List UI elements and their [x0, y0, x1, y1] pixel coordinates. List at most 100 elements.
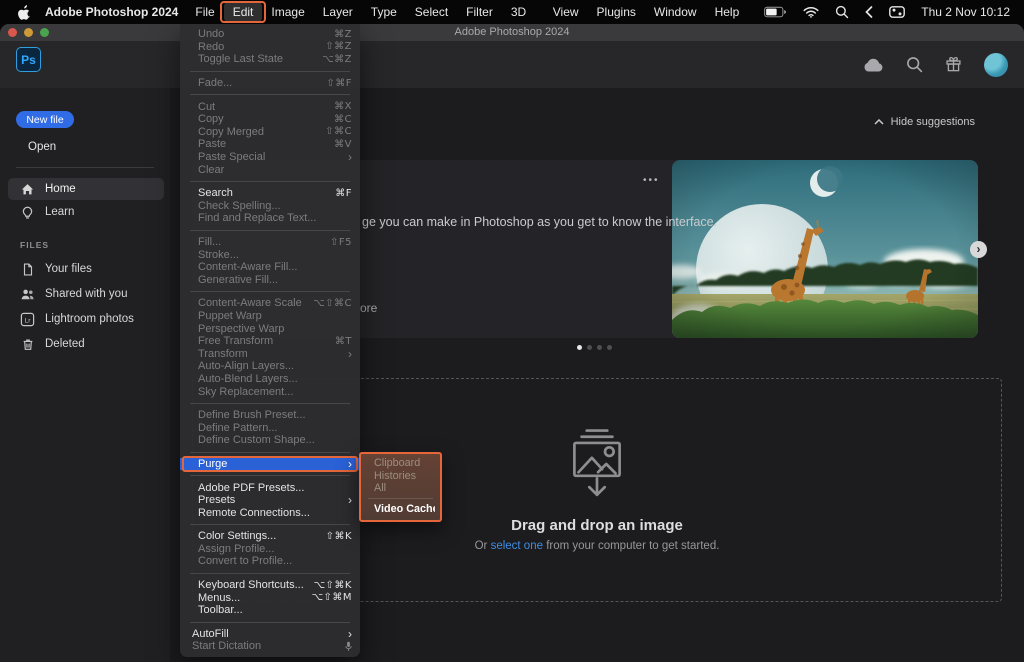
- edit-menu-item-clear[interactable]: Clear: [180, 163, 360, 176]
- menu-item-shortcut: ⇧⌘F: [326, 78, 352, 89]
- menubar-item-image[interactable]: Image: [262, 2, 313, 22]
- edit-menu-item-auto-align-layers[interactable]: Auto-Align Layers...: [180, 360, 360, 373]
- edit-menu-item-fill[interactable]: Fill...⇧F5: [180, 236, 360, 249]
- carousel-dot-1[interactable]: [577, 345, 582, 350]
- edit-menu-item-copy-merged[interactable]: Copy Merged⇧⌘C: [180, 126, 360, 139]
- edit-menu-item-assign-profile[interactable]: Assign Profile...: [180, 543, 360, 556]
- search-icon[interactable]: [835, 5, 849, 19]
- menu-item-label: AutoFill: [192, 628, 348, 640]
- edit-menu-item-autofill[interactable]: AutoFill›: [180, 628, 360, 641]
- edit-menu-item-define-custom-shape[interactable]: Define Custom Shape...: [180, 434, 360, 447]
- edit-menu-item-content-aware-scale[interactable]: Content-Aware Scale⌥⇧⌘C: [180, 297, 360, 310]
- menubar-item-layer[interactable]: Layer: [314, 2, 362, 22]
- battery-icon[interactable]: [764, 6, 787, 18]
- edit-menu-item-free-transform[interactable]: Free Transform⌘T: [180, 335, 360, 348]
- edit-menu-item-content-aware-fill[interactable]: Content-Aware Fill...: [180, 261, 360, 274]
- edit-menu-item-cut[interactable]: Cut⌘X: [180, 100, 360, 113]
- edit-menu-item-start-dictation[interactable]: Start Dictation: [180, 640, 360, 653]
- edit-menu-item-define-pattern[interactable]: Define Pattern...: [180, 421, 360, 434]
- suggestion-image[interactable]: [672, 160, 978, 338]
- menu-item-label: Puppet Warp: [198, 310, 352, 322]
- sidebar-item-home[interactable]: Home: [8, 178, 164, 200]
- submenu-arrow-icon: ›: [348, 152, 352, 162]
- more-options-icon[interactable]: •••: [643, 175, 660, 186]
- menubar-item-type[interactable]: Type: [362, 2, 406, 22]
- menu-item-label: Transform: [198, 348, 348, 360]
- wifi-icon[interactable]: [803, 6, 819, 18]
- edit-menu-item-undo[interactable]: Undo⌘Z: [180, 28, 360, 41]
- edit-menu-item-toolbar[interactable]: Toolbar...: [180, 604, 360, 617]
- edit-menu-item-sky-replacement[interactable]: Sky Replacement...: [180, 385, 360, 398]
- menubar-item-filter[interactable]: Filter: [457, 2, 502, 22]
- edit-menu-item-stroke[interactable]: Stroke...: [180, 248, 360, 261]
- sidebar-item-your-files[interactable]: Your files: [8, 257, 164, 281]
- edit-menu-item-paste-special[interactable]: Paste Special›: [180, 151, 360, 164]
- menu-item-label: Generative Fill...: [198, 274, 352, 286]
- control-center-icon[interactable]: [889, 6, 905, 18]
- purge-submenu-item-histories[interactable]: Histories: [361, 469, 440, 481]
- menubar-item-3d[interactable]: 3D: [502, 2, 535, 22]
- menubar-item-help[interactable]: Help: [706, 2, 749, 22]
- menubar-item-window[interactable]: Window: [645, 2, 706, 22]
- hide-suggestions-button[interactable]: Hide suggestions: [874, 116, 975, 128]
- edit-menu-item-purge[interactable]: Purge›: [180, 458, 360, 471]
- gift-icon[interactable]: [945, 56, 962, 73]
- sidebar-item-learn[interactable]: Learn: [8, 201, 164, 223]
- edit-menu-item-find-and-replace-text[interactable]: Find and Replace Text...: [180, 212, 360, 225]
- menu-item-label: Paste: [198, 138, 334, 150]
- open-button[interactable]: Open: [28, 141, 170, 153]
- menubar-item-plugins[interactable]: Plugins: [588, 2, 645, 22]
- document-icon: [20, 262, 35, 277]
- dropzone-subtitle: Or select one from your computer to get …: [475, 540, 720, 552]
- carousel-dot-3[interactable]: [597, 345, 602, 350]
- edit-menu-item-puppet-warp[interactable]: Puppet Warp: [180, 310, 360, 323]
- sidebar-item-deleted[interactable]: Deleted: [8, 332, 164, 356]
- carousel-dot-2[interactable]: [587, 345, 592, 350]
- edit-menu-item-copy[interactable]: Copy⌘C: [180, 113, 360, 126]
- edit-menu-item-auto-blend-layers[interactable]: Auto-Blend Layers...: [180, 373, 360, 386]
- edit-menu-item-search[interactable]: Search⌘F: [180, 187, 360, 200]
- menubar-item-select[interactable]: Select: [406, 2, 457, 22]
- edit-menu-item-generative-fill[interactable]: Generative Fill...: [180, 274, 360, 287]
- select-one-link[interactable]: select one: [491, 540, 543, 552]
- sidebar-item-shared-with-you[interactable]: Shared with you: [8, 282, 164, 306]
- card-link-fragment[interactable]: ore: [360, 301, 377, 315]
- menubar-item-view[interactable]: View: [544, 2, 588, 22]
- edit-menu-item-presets[interactable]: Presets›: [180, 494, 360, 507]
- menubar-item-edit[interactable]: Edit: [224, 2, 263, 22]
- purge-submenu-item-all[interactable]: All: [361, 482, 440, 494]
- menu-item-shortcut: ⌥⇧⌘C: [313, 298, 352, 309]
- new-file-button[interactable]: New file: [16, 111, 74, 128]
- chevron-left-icon[interactable]: [865, 6, 873, 18]
- edit-menu-item-convert-to-profile[interactable]: Convert to Profile...: [180, 555, 360, 568]
- edit-menu-item-toggle-last-state[interactable]: Toggle Last State⌥⌘Z: [180, 53, 360, 66]
- menu-item-shortcut: ⌥⇧⌘K: [314, 580, 352, 591]
- edit-menu-item-adobe-pdf-presets[interactable]: Adobe PDF Presets...: [180, 481, 360, 494]
- edit-menu-item-keyboard-shortcuts[interactable]: Keyboard Shortcuts...⌥⇧⌘K: [180, 579, 360, 592]
- menubar-clock[interactable]: Thu 2 Nov 10:12: [921, 5, 1010, 19]
- edit-menu-item-perspective-warp[interactable]: Perspective Warp: [180, 322, 360, 335]
- purge-submenu-item-video-cache[interactable]: Video Cache: [361, 503, 440, 515]
- menubar-app-name[interactable]: Adobe Photoshop 2024: [45, 5, 178, 19]
- edit-menu-item-redo[interactable]: Redo⇧⌘Z: [180, 41, 360, 54]
- carousel-next-button[interactable]: ›: [970, 241, 987, 258]
- cloud-icon[interactable]: [862, 58, 884, 72]
- sidebar-item-lightroom-photos[interactable]: LrLightroom photos: [8, 307, 164, 331]
- edit-menu-item-transform[interactable]: Transform›: [180, 347, 360, 360]
- search-icon[interactable]: [906, 56, 923, 73]
- edit-menu-item-remote-connections[interactable]: Remote Connections...: [180, 506, 360, 519]
- edit-menu-item-color-settings[interactable]: Color Settings...⇧⌘K: [180, 530, 360, 543]
- edit-menu-item-check-spelling[interactable]: Check Spelling...: [180, 200, 360, 213]
- edit-menu-item-fade[interactable]: Fade...⇧⌘F: [180, 77, 360, 90]
- carousel-dot-4[interactable]: [607, 345, 612, 350]
- edit-menu-item-paste[interactable]: Paste⌘V: [180, 138, 360, 151]
- edit-menu-item-menus[interactable]: Menus...⌥⇧⌘M: [180, 591, 360, 604]
- menubar-item-file[interactable]: File: [186, 2, 223, 22]
- purge-submenu-item-clipboard[interactable]: Clipboard: [361, 457, 440, 469]
- menu-item-shortcut: ⇧⌘Z: [325, 41, 352, 52]
- menu-item-label: Toggle Last State: [198, 53, 322, 65]
- edit-menu-item-define-brush-preset[interactable]: Define Brush Preset...: [180, 409, 360, 422]
- apple-menu-icon[interactable]: [18, 5, 31, 20]
- menu-item-label: Stroke...: [198, 249, 352, 261]
- avatar[interactable]: [984, 53, 1008, 77]
